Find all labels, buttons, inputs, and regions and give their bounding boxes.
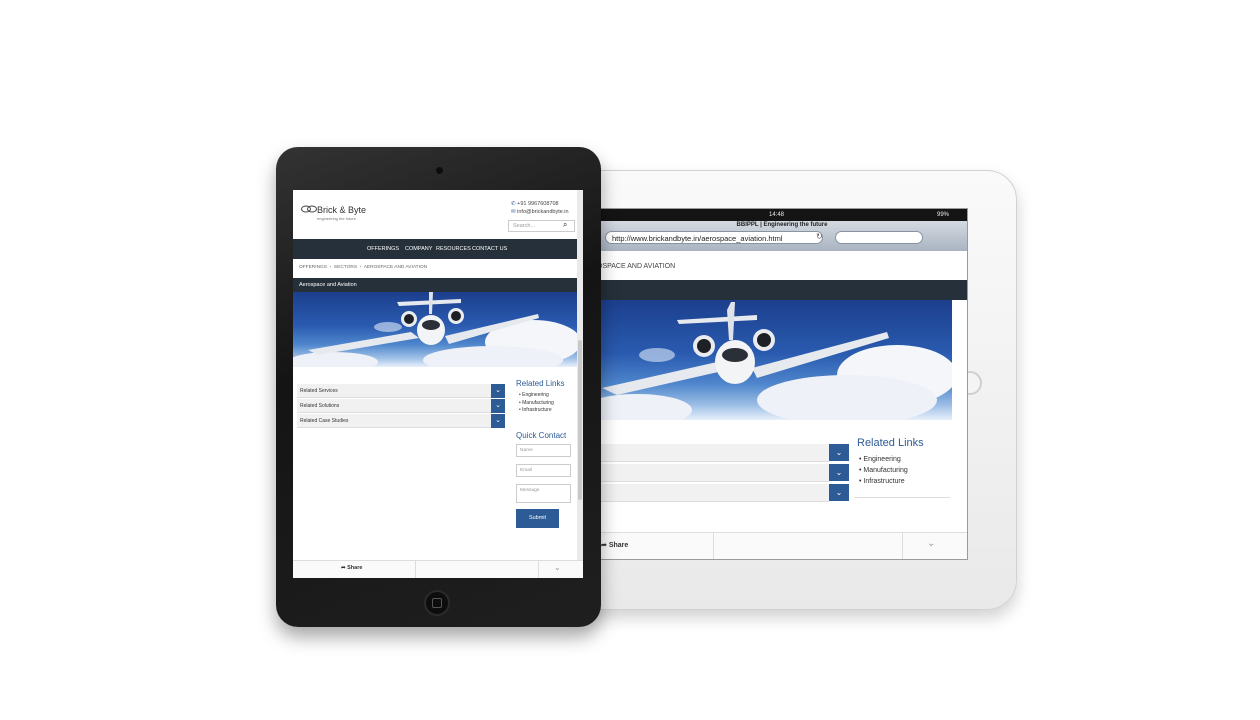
nav-resources[interactable]: RESOURCES bbox=[436, 239, 471, 259]
chevron-down-icon[interactable]: ⌄ bbox=[829, 484, 849, 501]
chevron-down-icon[interactable]: ⌄ bbox=[829, 464, 849, 481]
name-field[interactable]: Name bbox=[516, 444, 571, 457]
breadcrumb-current: AEROSPACE AND AVIATION bbox=[363, 265, 428, 270]
browser-toolbar: BBIPPL | Engineering the future http://w… bbox=[597, 221, 967, 251]
browser-search-field[interactable] bbox=[835, 231, 923, 244]
breadcrumb-item[interactable]: SECTORS bbox=[334, 265, 357, 270]
divider bbox=[538, 561, 539, 578]
mail-icon: ✉ bbox=[511, 209, 516, 215]
share-button[interactable]: ➦ Share bbox=[601, 541, 628, 549]
divider bbox=[902, 533, 903, 559]
jet-illustration bbox=[293, 292, 577, 367]
black-tablet-screen: Brick & Byte engineering the future ✆ +9… bbox=[293, 190, 583, 578]
accordion-related-solutions[interactable]: Related Solutions bbox=[297, 399, 491, 413]
related-link[interactable]: • Manufacturing bbox=[519, 400, 554, 408]
related-links-list: • Engineering • Manufacturing • Infrastr… bbox=[519, 392, 554, 415]
related-link[interactable]: • Infrastructure bbox=[519, 407, 554, 415]
scrollbar-thumb[interactable] bbox=[578, 340, 582, 500]
chevron-down-icon[interactable]: ⌄ bbox=[491, 399, 505, 413]
chevron-down-icon[interactable]: ⌄ bbox=[491, 384, 505, 398]
camera-icon bbox=[435, 166, 444, 175]
quick-contact-title: Quick Contact bbox=[516, 431, 567, 440]
address-bar[interactable]: http://www.brickandbyte.in/aerospace_avi… bbox=[605, 231, 823, 244]
accordion-related-services[interactable]: Related Services bbox=[297, 384, 491, 398]
nav-contact-us[interactable]: CONTACT US bbox=[472, 239, 507, 259]
hero-title-bar bbox=[597, 280, 967, 300]
browser-page-title: BBIPPL | Engineering the future bbox=[736, 222, 828, 228]
chevron-down-icon[interactable]: ⌄ bbox=[554, 563, 561, 572]
status-battery: 99% bbox=[937, 212, 950, 218]
chevron-down-icon[interactable]: ⌄ bbox=[927, 538, 935, 549]
main-nav: OFFERINGS COMPANY RESOURCES CONTACT US bbox=[293, 239, 577, 259]
submit-button[interactable]: Submit bbox=[516, 509, 559, 528]
related-links-list: • Engineering • Manufacturing • Infrastr… bbox=[859, 454, 908, 487]
hero-title: Aerospace and Aviation bbox=[293, 278, 577, 292]
message-field[interactable]: Message bbox=[516, 484, 571, 503]
related-link[interactable]: • Engineering bbox=[519, 392, 554, 400]
breadcrumb-item[interactable]: OFFERINGS bbox=[299, 265, 327, 270]
search-icon[interactable]: ⌕ bbox=[563, 220, 567, 230]
related-link[interactable]: • Engineering bbox=[859, 454, 908, 465]
divider bbox=[713, 533, 714, 559]
jet-illustration bbox=[597, 302, 952, 420]
nav-offerings[interactable]: OFFERINGS bbox=[367, 239, 399, 259]
email-field[interactable]: Email bbox=[516, 464, 571, 477]
phone-contact: ✆ +91 9967608708 bbox=[511, 201, 559, 207]
chevron-down-icon[interactable]: ⌄ bbox=[829, 444, 849, 461]
aircraft-hero-image bbox=[597, 300, 952, 420]
related-links-title: Related Links bbox=[516, 379, 565, 388]
breadcrumb: OFFERINGS › SECTORS › AEROSPACE AND AVIA… bbox=[299, 265, 428, 270]
brand-tagline: engineering the future bbox=[317, 216, 356, 221]
brand-name[interactable]: Brick & Byte bbox=[317, 205, 366, 215]
related-link[interactable]: • Manufacturing bbox=[859, 465, 908, 476]
email-contact[interactable]: ✉ info@brickandbyte.in bbox=[511, 209, 569, 215]
accordion-related-case-studies[interactable]: Related Case Studies bbox=[297, 414, 491, 428]
related-link[interactable]: • Infrastructure bbox=[859, 476, 908, 487]
breadcrumb: OSPACE AND AVIATION bbox=[597, 263, 676, 270]
home-button-icon bbox=[432, 598, 442, 608]
aircraft-hero-image bbox=[293, 292, 577, 367]
brick-and-byte-logo-icon bbox=[301, 205, 317, 213]
share-button[interactable]: ➦ Share bbox=[341, 565, 362, 571]
accordion-row-3[interactable] bbox=[597, 484, 829, 502]
related-links-title: Related Links bbox=[857, 437, 924, 449]
share-bar: ➦ Share ⌄ bbox=[293, 560, 583, 578]
chevron-down-icon[interactable]: ⌄ bbox=[491, 414, 505, 428]
nav-company[interactable]: COMPANY bbox=[405, 239, 432, 259]
white-tablet-screen: 14:48 99% BBIPPL | Engineering the futur… bbox=[596, 208, 968, 560]
accordion-row-1[interactable] bbox=[597, 444, 829, 462]
divider bbox=[415, 561, 416, 578]
status-time: 14:48 bbox=[769, 212, 785, 218]
accordion-row-2[interactable] bbox=[597, 464, 829, 482]
reload-icon[interactable]: ↻ bbox=[816, 232, 823, 241]
divider bbox=[855, 497, 950, 498]
share-bar: ➦ Share ⌄ bbox=[597, 532, 967, 559]
phone-icon: ✆ bbox=[511, 201, 516, 207]
ios-status-bar: 14:48 99% bbox=[597, 209, 967, 221]
